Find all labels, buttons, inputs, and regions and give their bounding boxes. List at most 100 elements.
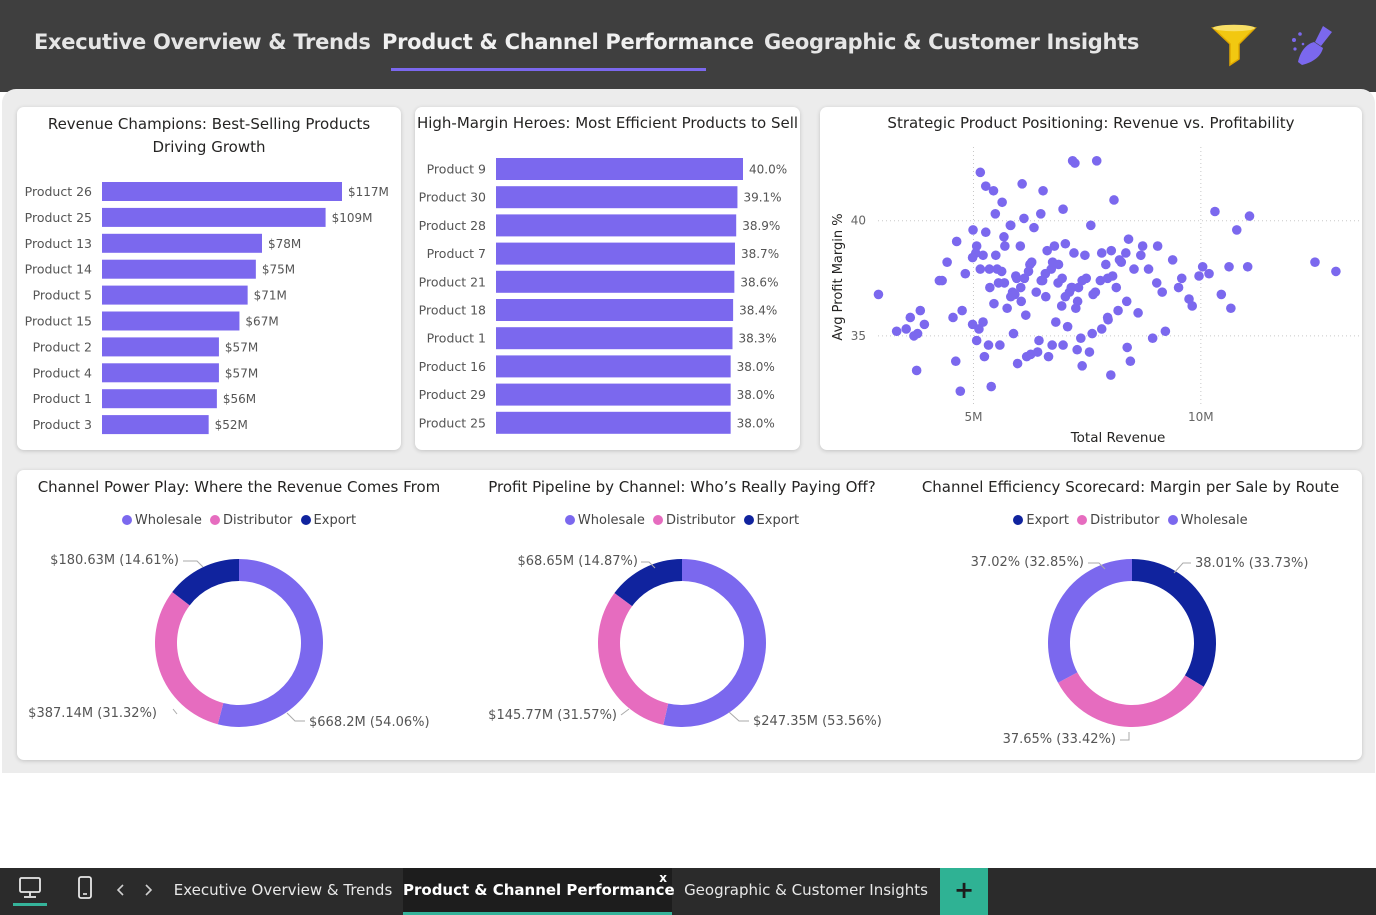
- donut-slice: [598, 593, 669, 725]
- chevron-left-icon[interactable]: [114, 881, 128, 899]
- bar: [102, 415, 209, 435]
- data-point: [1067, 156, 1078, 166]
- data-point: [1032, 347, 1043, 357]
- data-label: $117M: [348, 185, 389, 199]
- data-point: [1125, 356, 1136, 367]
- page-tab-product-channel[interactable]: Product & Channel Performance x: [403, 868, 675, 915]
- data-point: [1173, 282, 1184, 293]
- data-label: 38.0%: [737, 416, 775, 430]
- data-point: [1056, 301, 1067, 311]
- leader-line: [728, 711, 749, 722]
- data-point: [948, 312, 958, 323]
- revenue-bar-chart: Product 26 $117M Product 25 $109M Product 13…: [25, 182, 389, 435]
- data-point: [915, 305, 926, 316]
- data-point: [1047, 340, 1057, 350]
- data-label: $78M: [268, 237, 301, 251]
- data-point: [957, 305, 967, 316]
- data-point: [1136, 250, 1146, 261]
- data-point: [1129, 264, 1139, 274]
- data-point: [1019, 213, 1029, 224]
- data-point: [1015, 282, 1026, 293]
- product-positioning-card[interactable]: Strategic Product Positioning: Revenue v…: [820, 107, 1362, 450]
- x-axis-label: Total Revenue: [1070, 430, 1166, 446]
- nav-tab-executive-overview[interactable]: Executive Overview & Trends: [34, 30, 371, 54]
- bar: [102, 207, 326, 227]
- chevron-right-icon[interactable]: [141, 881, 155, 899]
- data-point: [1012, 358, 1023, 369]
- leader-line: [620, 708, 630, 716]
- margin-bar-chart: Product 9 40.0% Product 30 39.1% Product 28 3…: [419, 158, 787, 434]
- leader-line: [183, 560, 204, 568]
- bar: [496, 270, 735, 293]
- data-point: [1086, 220, 1096, 231]
- add-page-button[interactable]: +: [940, 868, 988, 915]
- y-tick-label: 35: [851, 329, 866, 343]
- data-label: 38.6%: [740, 275, 778, 289]
- leader-line: [286, 712, 305, 722]
- data-point: [1123, 234, 1134, 244]
- page-tab-executive-overview[interactable]: Executive Overview & Trends: [165, 868, 401, 915]
- data-point: [1087, 328, 1097, 339]
- category-label: Product 18: [419, 303, 486, 318]
- broom-icon[interactable]: [1290, 22, 1340, 68]
- data-point: [1050, 317, 1061, 327]
- category-label: Product 1: [427, 331, 486, 346]
- data-point: [1109, 195, 1119, 205]
- data-point: [1011, 273, 1022, 284]
- channel-profit-panel[interactable]: Profit Pipeline by Channel: Who’s Really…: [461, 470, 903, 760]
- channel-revenue-panel[interactable]: Channel Power Play: Where the Revenue Co…: [17, 470, 461, 760]
- data-point: [1121, 296, 1132, 307]
- category-label: Product 28: [419, 218, 486, 233]
- revenue-champions-card[interactable]: Revenue Champions: Best-Selling Products…: [17, 107, 401, 450]
- data-point: [1031, 287, 1042, 297]
- data-point: [1005, 291, 1016, 302]
- bar: [102, 233, 262, 253]
- bar: [102, 259, 256, 279]
- data-point: [1060, 238, 1071, 249]
- data-point: [951, 236, 962, 247]
- category-label: Product 3: [33, 417, 92, 432]
- desktop-icon[interactable]: [13, 874, 47, 906]
- y-axis-label: Avg Profit Margin %: [831, 213, 846, 340]
- data-point: [1133, 308, 1143, 318]
- data-point: [1102, 273, 1113, 284]
- data-point: [950, 356, 961, 367]
- data-point: [997, 197, 1007, 208]
- data-point: [1143, 264, 1154, 274]
- category-label: Product 16: [419, 359, 486, 374]
- high-margin-card[interactable]: High-Margin Heroes: Most Efficient Produ…: [415, 107, 800, 450]
- category-label: Product 14: [25, 262, 92, 277]
- data-point: [1226, 303, 1236, 314]
- data-point: [1331, 266, 1341, 277]
- data-point: [975, 167, 986, 178]
- data-label: $145.77M (31.57%): [488, 708, 617, 723]
- data-point: [1242, 261, 1253, 272]
- data-point: [942, 257, 952, 267]
- data-point: [1038, 185, 1048, 196]
- data-point: [1121, 248, 1131, 258]
- top-navigation-bar: Executive Overview & Trends Product & Ch…: [0, 0, 1376, 92]
- filter-icon[interactable]: [1210, 22, 1260, 68]
- channel-revenue-donut: $668.2M (54.06%) $387.14M (31.32%) $180.63…: [28, 553, 430, 730]
- data-point: [1106, 370, 1116, 380]
- data-point: [891, 326, 902, 337]
- data-point: [1062, 321, 1073, 332]
- channel-efficiency-panel[interactable]: Channel Efficiency Scorecard: Margin per…: [903, 470, 1358, 760]
- close-tab-button[interactable]: x: [659, 871, 667, 885]
- active-tab-underline: [391, 68, 706, 71]
- data-point: [1244, 211, 1255, 221]
- nav-tab-geographic-customer[interactable]: Geographic & Customer Insights: [764, 30, 1139, 54]
- page-tab-geographic-customer[interactable]: Geographic & Customer Insights: [674, 868, 938, 915]
- data-point: [1157, 287, 1167, 297]
- data-point: [1017, 179, 1027, 189]
- data-label: $668.2M (54.06%): [309, 715, 430, 730]
- donut-slice: [1048, 559, 1132, 683]
- nav-tab-product-channel[interactable]: Product & Channel Performance: [382, 30, 754, 54]
- bar: [496, 411, 731, 434]
- data-point: [984, 264, 995, 274]
- data-point: [975, 264, 986, 274]
- mobile-icon[interactable]: [74, 874, 96, 904]
- data-point: [1090, 287, 1101, 297]
- data-label: $247.35M (53.56%): [753, 714, 882, 729]
- data-point: [1000, 241, 1010, 251]
